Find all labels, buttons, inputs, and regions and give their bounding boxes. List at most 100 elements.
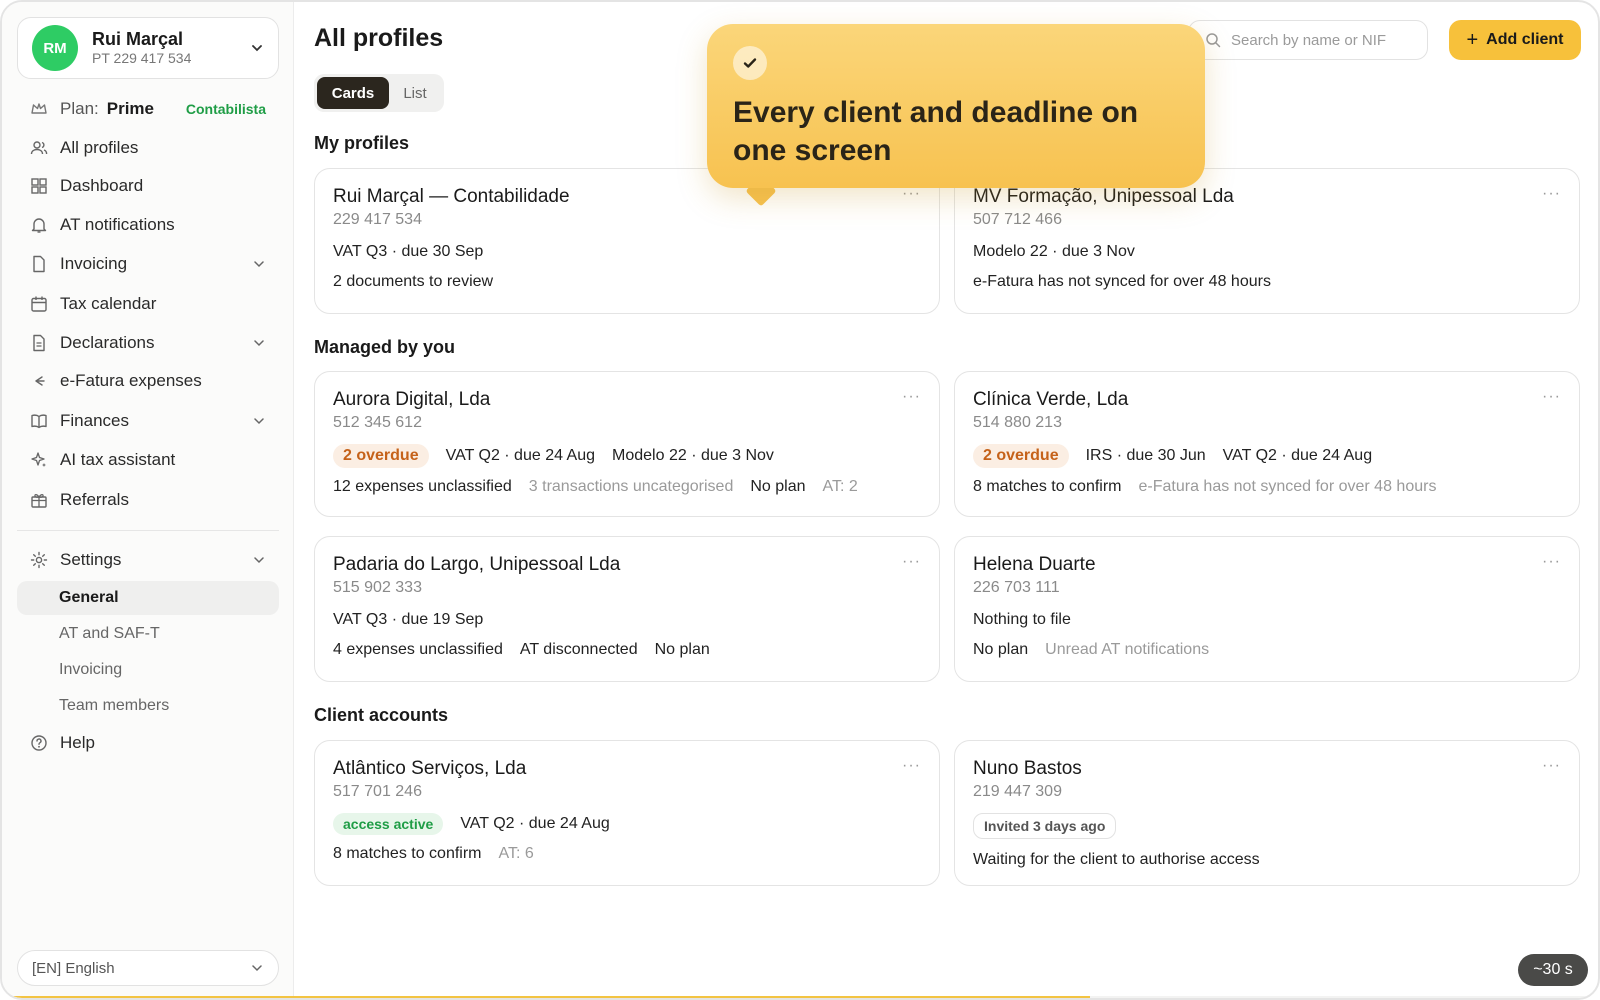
sidebar-item-label: Referrals: [60, 490, 129, 509]
chevron-down-icon: [250, 41, 264, 55]
callout-text: Every client and deadline on one screen: [733, 96, 1139, 167]
account-switcher[interactable]: RM Rui Marçal PT 229 417 534: [17, 17, 279, 79]
section-client-accounts: Client accounts: [314, 705, 449, 725]
crown-icon: [30, 100, 48, 118]
meta-text: No plan: [750, 478, 806, 495]
gift-icon: [30, 491, 48, 509]
card-name: Aurora Digital, Lda: [333, 389, 491, 410]
search-icon: [1205, 32, 1221, 48]
meta-text: 3 transactions uncategorised: [528, 478, 734, 495]
profile-card[interactable]: ··· Clínica Verde, Lda 514 880 213 2 ove…: [954, 371, 1580, 517]
meta-text: 2 documents to review: [333, 273, 494, 290]
card-nif: 515 902 333: [333, 579, 422, 596]
bell-icon: [30, 216, 48, 234]
profile-card[interactable]: ··· Helena Duarte 226 703 111 Nothing to…: [954, 536, 1580, 682]
card-name: MV Formação, Unipessoal Lda: [973, 186, 1234, 207]
profile-card[interactable]: ··· Atlântico Serviços, Lda 517 701 246 …: [314, 740, 940, 886]
plan-row: Plan: Prime Contabilista: [30, 96, 266, 122]
meta-text: No plan: [973, 641, 1029, 658]
card-nif: 226 703 111: [973, 579, 1060, 596]
card-deadline: Nothing to file: [973, 611, 1561, 629]
section-managed: Managed by you: [314, 337, 456, 357]
toggle-list[interactable]: List: [389, 77, 441, 109]
add-client-button[interactable]: + Add client: [1449, 20, 1581, 60]
overdue-badge: 2 overdue: [333, 444, 429, 468]
toggle-cards[interactable]: Cards: [317, 77, 389, 109]
calendar-icon: [30, 295, 48, 313]
card-meta: Waiting for the client to authorise acce…: [973, 851, 1561, 869]
sidebar-item-help[interactable]: Help: [30, 729, 266, 757]
more-options-icon[interactable]: ···: [902, 757, 921, 775]
search-box[interactable]: [1188, 20, 1428, 60]
sidebar: RM Rui Marçal PT 229 417 534 Plan: Prime…: [2, 2, 294, 998]
deadline-text: VAT Q3 · due 30 Sep: [333, 243, 484, 260]
sidebar-item-dashboard[interactable]: Dashboard: [30, 172, 266, 200]
profile-card[interactable]: ··· Aurora Digital, Lda 512 345 612 2 ov…: [314, 371, 940, 517]
deadline-text: Nothing to file: [973, 611, 1071, 628]
sidebar-item-finances[interactable]: Finances: [30, 407, 266, 435]
sidebar-item-label: Help: [60, 733, 95, 752]
deadline-text: VAT Q2 · due 24 Aug: [1222, 447, 1373, 464]
card-nif: 517 701 246: [333, 783, 422, 800]
chevron-down-icon: [252, 257, 266, 271]
sidebar-item-label: e-Fatura expenses: [60, 371, 202, 390]
meta-text: e-Fatura has not synced for over 48 hour…: [973, 273, 1271, 290]
meta-text: 12 expenses unclassified: [333, 478, 512, 495]
sidebar-item-invoicing[interactable]: Invoicing: [30, 250, 266, 278]
more-options-icon[interactable]: ···: [1542, 553, 1561, 571]
help-circle-icon: [30, 734, 48, 752]
more-options-icon[interactable]: ···: [1542, 388, 1561, 406]
sidebar-item-all-profiles[interactable]: All profiles: [30, 134, 266, 162]
more-options-icon[interactable]: ···: [902, 388, 921, 406]
card-name: Clínica Verde, Lda: [973, 389, 1129, 410]
deadline-text: VAT Q2 · due 24 Aug: [445, 447, 596, 464]
card-deadlines: 2 overdue VAT Q2 · due 24 Aug Modelo 22 …: [333, 444, 921, 468]
card-meta: 2 documents to review: [333, 273, 921, 291]
more-options-icon[interactable]: ···: [902, 553, 921, 571]
profile-card[interactable]: ··· Rui Marçal — Contabilidade 229 417 5…: [314, 168, 940, 314]
sidebar-item-label: AI tax assistant: [60, 450, 176, 469]
sidebar-item-referrals[interactable]: Referrals: [30, 486, 266, 514]
profile-card[interactable]: ··· Padaria do Largo, Unipessoal Lda 515…: [314, 536, 940, 682]
deadline-text: Modelo 22 · due 3 Nov: [973, 243, 1135, 260]
grid-icon: [30, 177, 48, 195]
plan-tag[interactable]: Contabilista: [186, 101, 266, 117]
meta-text: AT disconnected: [519, 641, 638, 658]
settings-sub-general[interactable]: General: [17, 581, 279, 615]
profile-card[interactable]: ··· MV Formação, Unipessoal Lda 507 712 …: [954, 168, 1580, 314]
book-icon: [30, 412, 48, 430]
sidebar-item-ai-assistant[interactable]: AI tax assistant: [30, 446, 266, 474]
language-select[interactable]: [EN] English: [17, 950, 279, 986]
add-client-label: Add client: [1486, 31, 1564, 48]
plus-icon: +: [1466, 28, 1479, 51]
search-input[interactable]: [1231, 31, 1411, 49]
settings-sub-at-saft[interactable]: AT and SAF-T: [17, 617, 279, 651]
chevron-down-icon: [252, 553, 266, 567]
card-deadline: VAT Q3 · due 19 Sep: [333, 611, 921, 629]
section-my-profiles: My profiles: [314, 133, 410, 153]
sidebar-item-at-notifications[interactable]: AT notifications: [30, 211, 266, 239]
sidebar-item-declarations[interactable]: Declarations: [30, 329, 266, 357]
plan-label: Plan:: [60, 99, 99, 118]
meta-text: 4 expenses unclassified: [333, 641, 503, 658]
avatar: RM: [32, 25, 78, 71]
deadline-text: Modelo 22 · due 3 Nov: [612, 447, 774, 464]
meta-text: Waiting for the client to authorise acce…: [973, 851, 1260, 868]
sidebar-item-tax-calendar[interactable]: Tax calendar: [30, 290, 266, 318]
meta-text: e-Fatura has not synced for over 48 hour…: [1138, 478, 1437, 495]
settings-sub-invoicing[interactable]: Invoicing: [17, 653, 279, 687]
meta-text: Unread AT notifications: [1045, 641, 1210, 658]
sparkle-icon: [30, 451, 48, 469]
more-options-icon[interactable]: ···: [1542, 757, 1561, 775]
card-meta: 4 expenses unclassified AT disconnected …: [333, 641, 921, 659]
sidebar-item-settings[interactable]: Settings: [30, 546, 266, 574]
sidebar-item-efatura[interactable]: e-Fatura expenses: [30, 367, 266, 395]
settings-sub-team[interactable]: Team members: [17, 689, 279, 723]
document-icon: [30, 255, 48, 273]
sidebar-item-label: AT notifications: [60, 215, 175, 234]
language-value: [EN] English: [32, 959, 115, 977]
more-options-icon[interactable]: ···: [1542, 185, 1561, 203]
card-name: Rui Marçal — Contabilidade: [333, 186, 570, 207]
card-meta: e-Fatura has not synced for over 48 hour…: [973, 273, 1561, 291]
profile-card[interactable]: ··· Nuno Bastos 219 447 309 Invited 3 da…: [954, 740, 1580, 886]
